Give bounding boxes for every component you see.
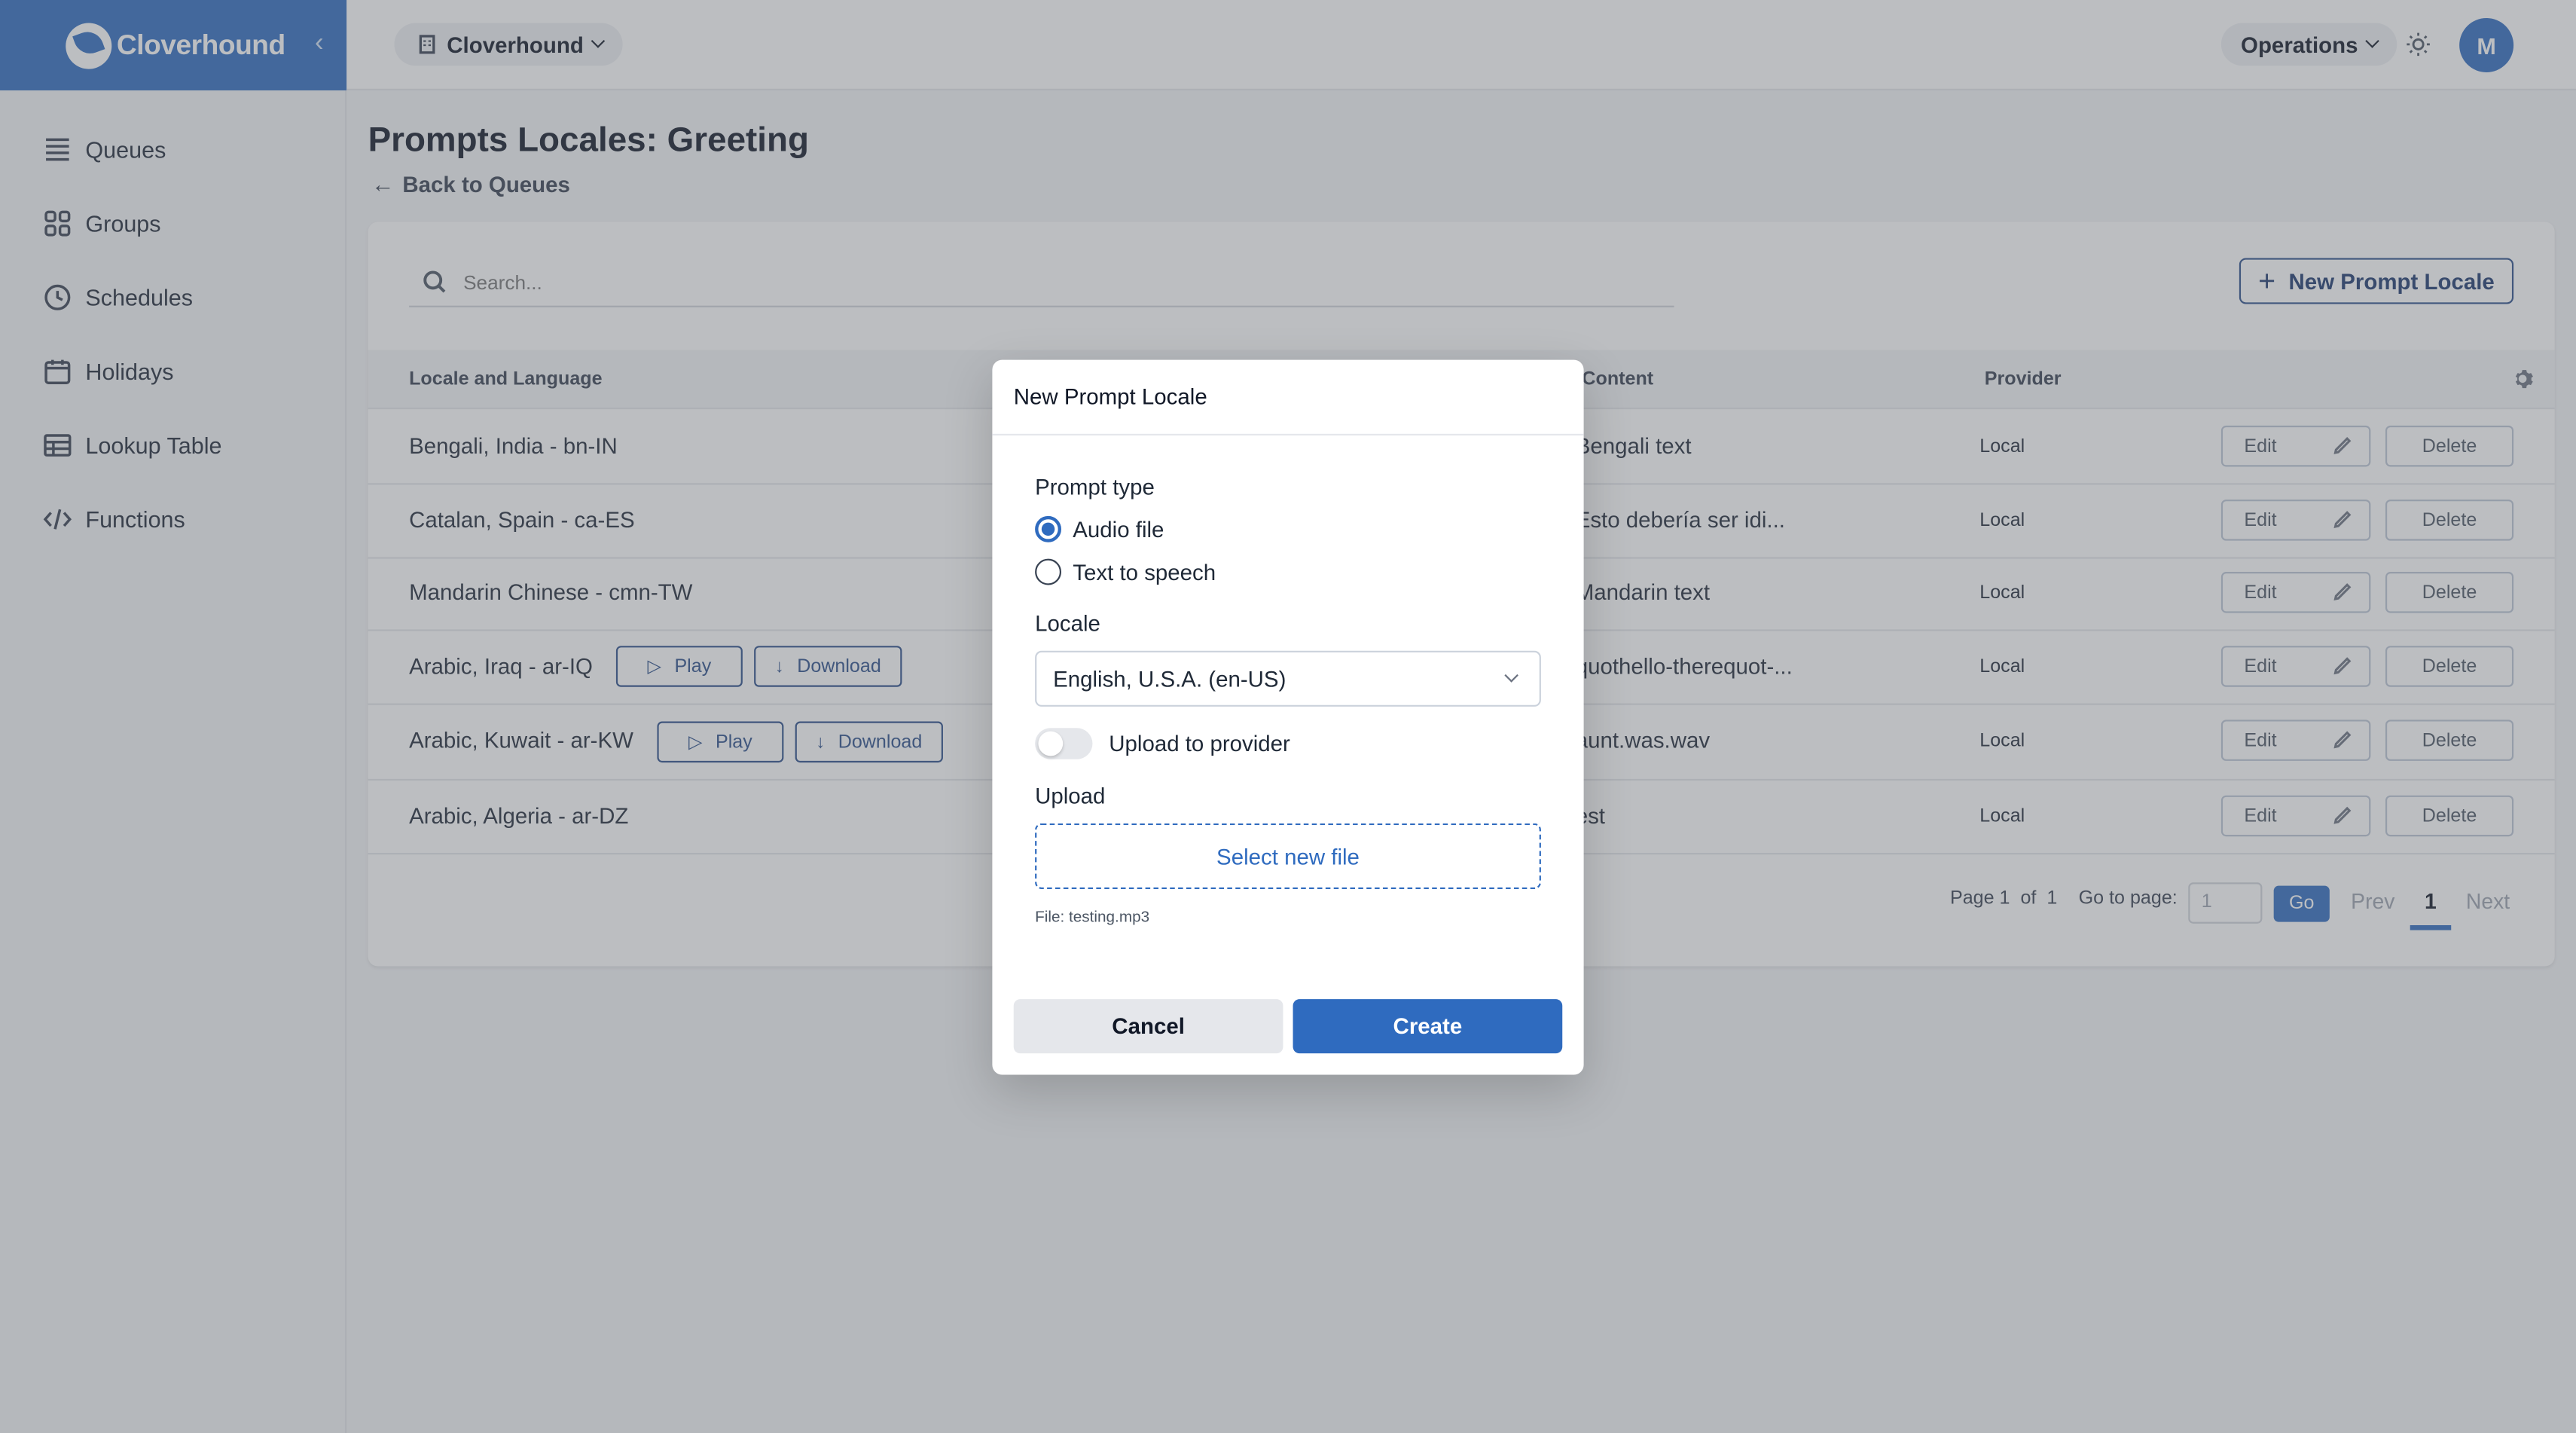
radio-label: Text to speech — [1073, 559, 1216, 585]
new-prompt-locale-dialog: New Prompt Locale Prompt type Audio file… — [992, 359, 1584, 1075]
radio-label: Audio file — [1073, 516, 1164, 542]
app-root: Cloverhound ‹ Queues Groups Schedules Ho… — [0, 0, 2576, 1433]
upload-label: Upload — [1035, 784, 1106, 809]
create-button[interactable]: Create — [1293, 999, 1563, 1054]
chevron-down-icon — [1504, 668, 1518, 683]
upload-toggle-label: Upload to provider — [1109, 731, 1290, 756]
locale-select-value: English, U.S.A. (en-US) — [1053, 667, 1286, 692]
radio-unchecked-icon — [1035, 558, 1062, 585]
locale-label: Locale — [1035, 611, 1100, 637]
radio-checked-icon — [1035, 515, 1062, 542]
upload-to-provider-toggle[interactable] — [1035, 728, 1093, 759]
dialog-title: New Prompt Locale — [992, 360, 1584, 436]
cancel-button[interactable]: Cancel — [1013, 999, 1283, 1054]
file-info: File: testing.mp3 — [1035, 909, 1150, 927]
prompt-type-label: Prompt type — [1035, 475, 1155, 500]
radio-text-to-speech[interactable]: Text to speech — [1035, 558, 1216, 585]
select-file-dropzone[interactable]: Select new file — [1035, 823, 1541, 890]
radio-audio-file[interactable]: Audio file — [1035, 515, 1164, 542]
locale-select[interactable]: English, U.S.A. (en-US) — [1035, 650, 1541, 707]
